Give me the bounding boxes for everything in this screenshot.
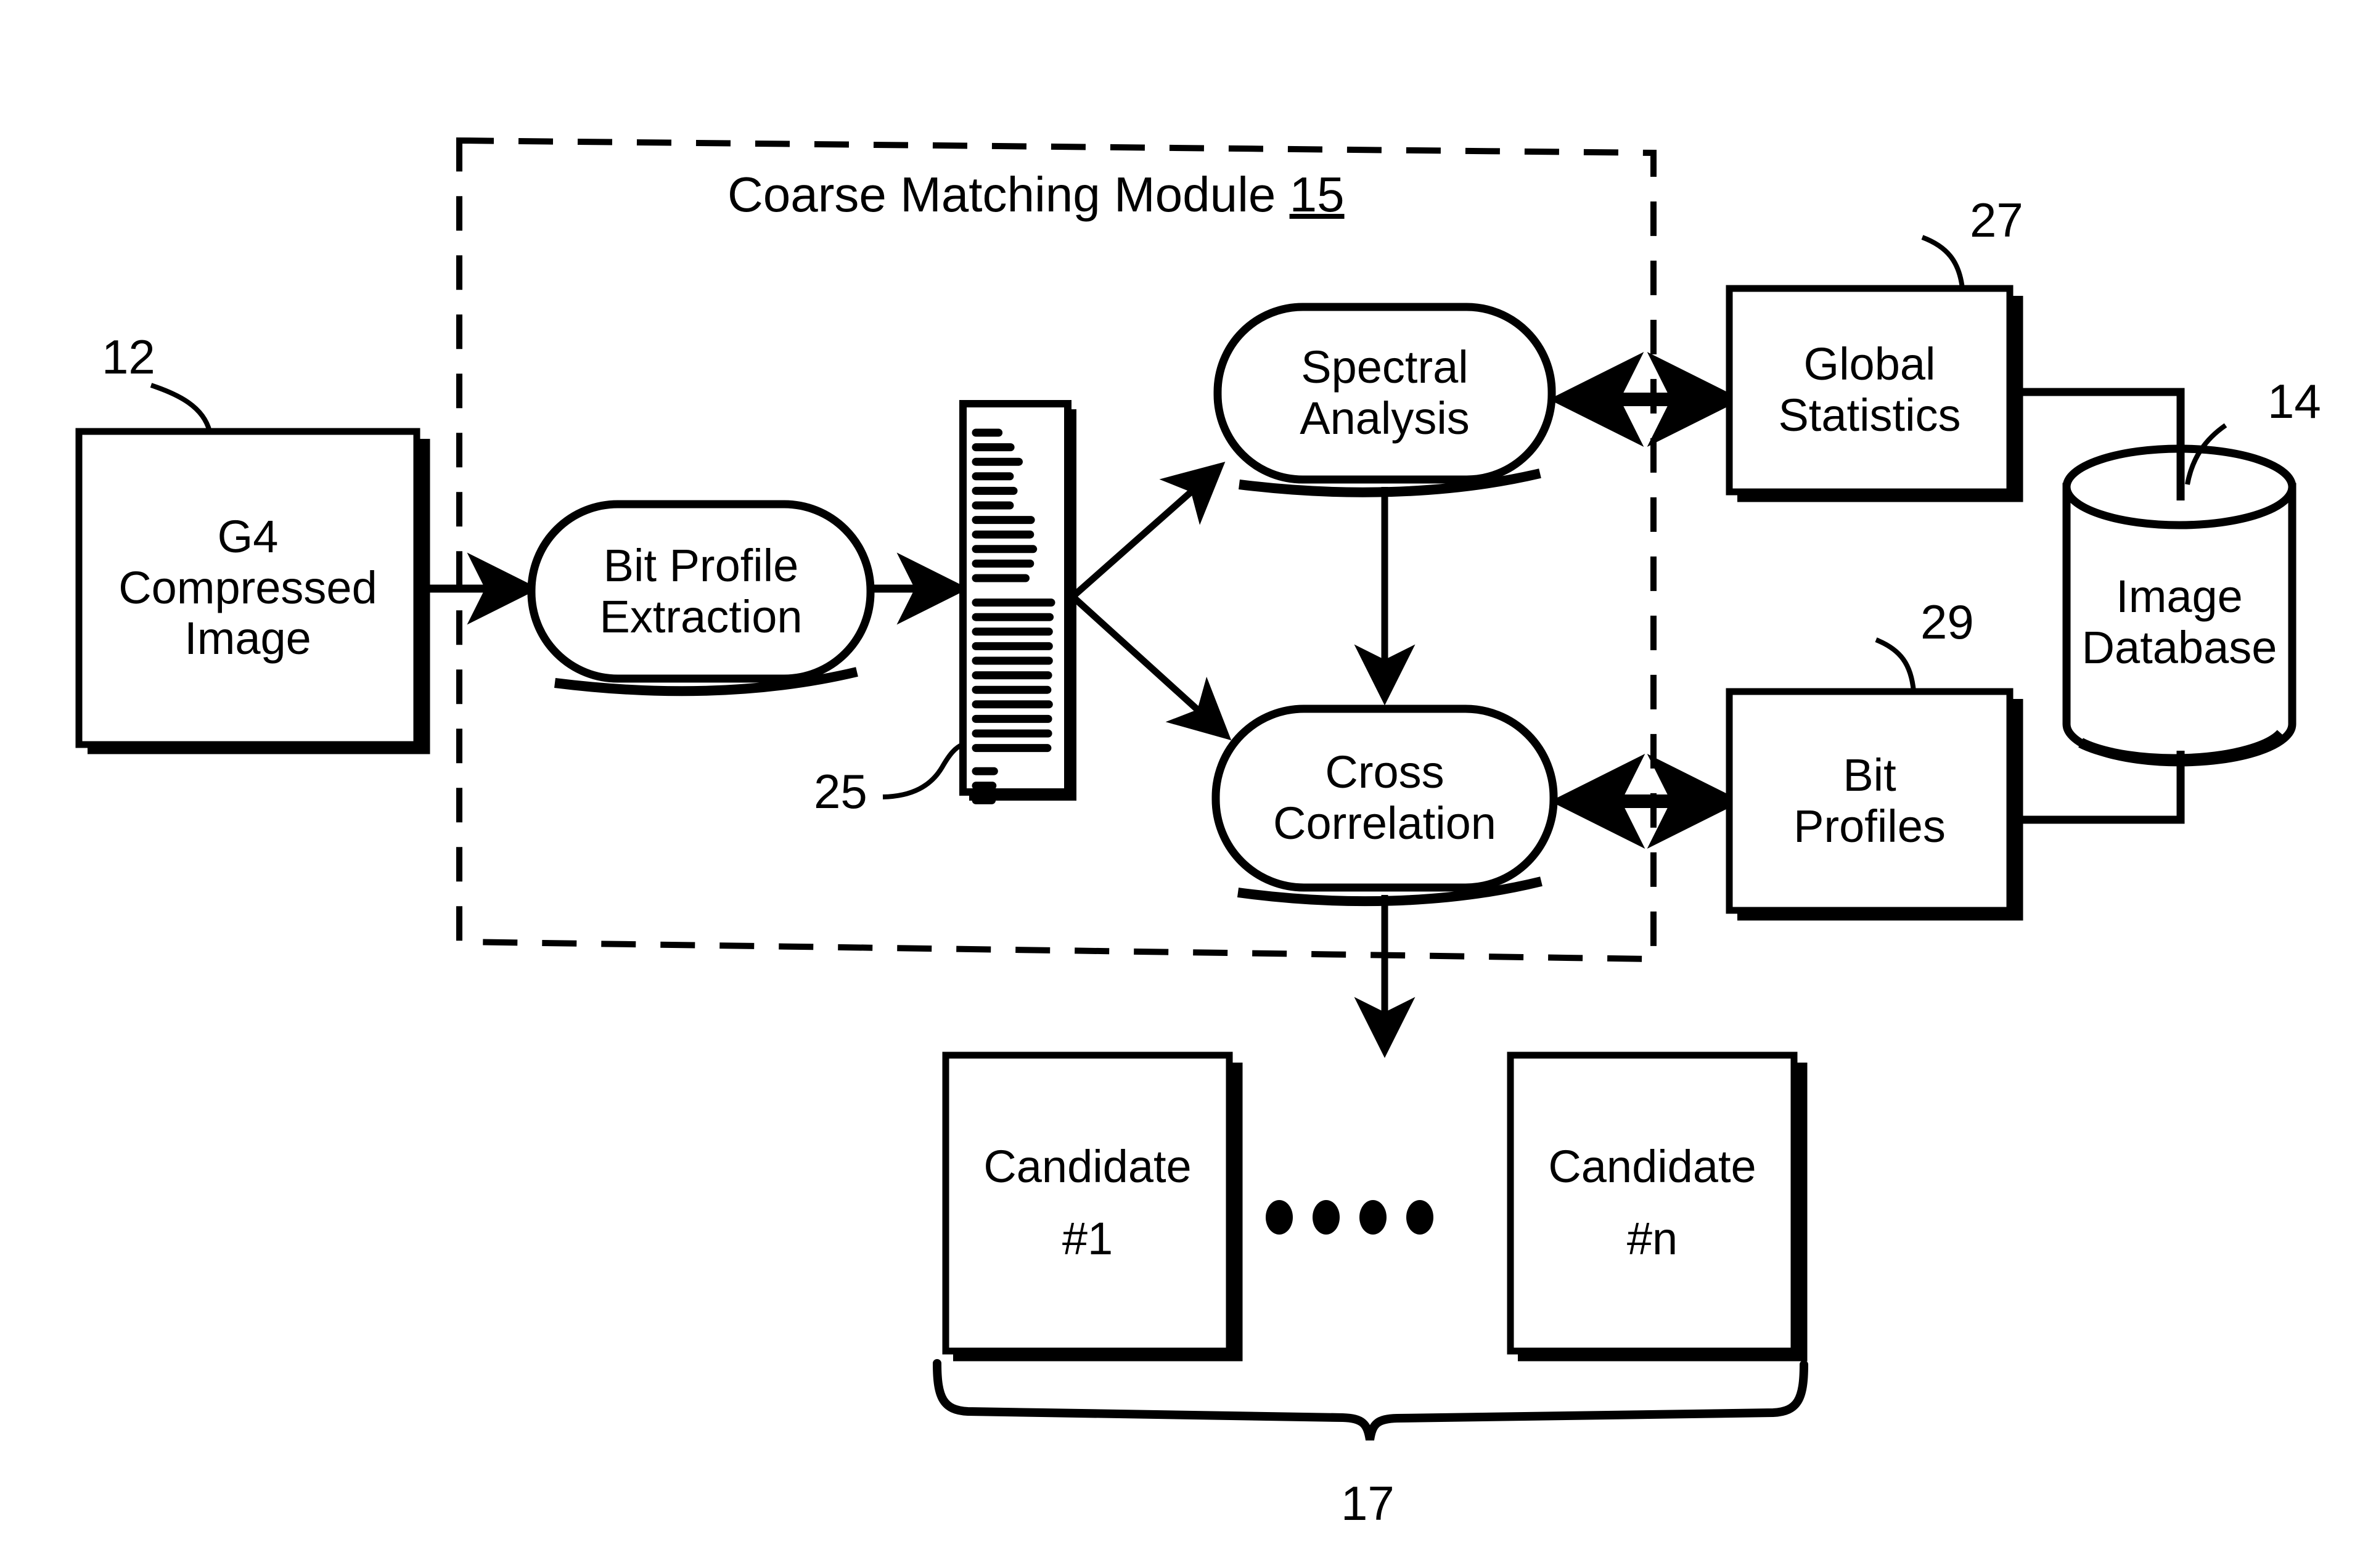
reference-numeral-12: 12 <box>102 330 155 384</box>
bit-profiles-box <box>1726 688 2014 914</box>
leader-line-12 <box>150 383 212 433</box>
cross-correlation-shape <box>1211 704 1558 892</box>
module-title-text: Coarse Matching Module <box>727 167 1276 222</box>
candidate-n-box <box>1507 1051 1798 1355</box>
reference-numeral-29: 29 <box>1920 595 1974 649</box>
leader-line-27 <box>1921 235 1965 289</box>
reference-numeral-25: 25 <box>814 764 867 819</box>
leader-line-25 <box>882 742 964 799</box>
reference-numeral-17: 17 <box>1341 1476 1395 1530</box>
arrow-profile-to-cross-correlation <box>1070 594 1232 741</box>
module-title-ref: 15 <box>1289 167 1345 222</box>
candidate-ellipsis-dots <box>1266 1200 1433 1235</box>
ellipsis-dot <box>1266 1200 1293 1235</box>
leader-line-29 <box>1875 637 1916 692</box>
reference-numeral-14: 14 <box>2268 374 2321 428</box>
candidates-group-brace <box>933 1359 1808 1441</box>
g4-compressed-image-box <box>75 428 420 748</box>
patent-figure-canvas: Coarse Matching Module 15 G4 Compressed … <box>0 0 2360 1568</box>
global-statistics-box <box>1726 285 2014 496</box>
ellipsis-dot <box>1406 1200 1433 1235</box>
reference-numeral-27: 27 <box>1970 193 2023 247</box>
ellipsis-dot <box>1313 1200 1340 1235</box>
spectral-analysis-shape <box>1213 303 1556 484</box>
bit-profile-extraction-shape <box>527 500 875 683</box>
module-title: Coarse Matching Module 15 <box>727 166 1345 223</box>
candidate-1-box <box>942 1051 1233 1355</box>
arrow-profile-to-spectral-analysis <box>1070 462 1226 600</box>
ellipsis-dot <box>1359 1200 1387 1235</box>
